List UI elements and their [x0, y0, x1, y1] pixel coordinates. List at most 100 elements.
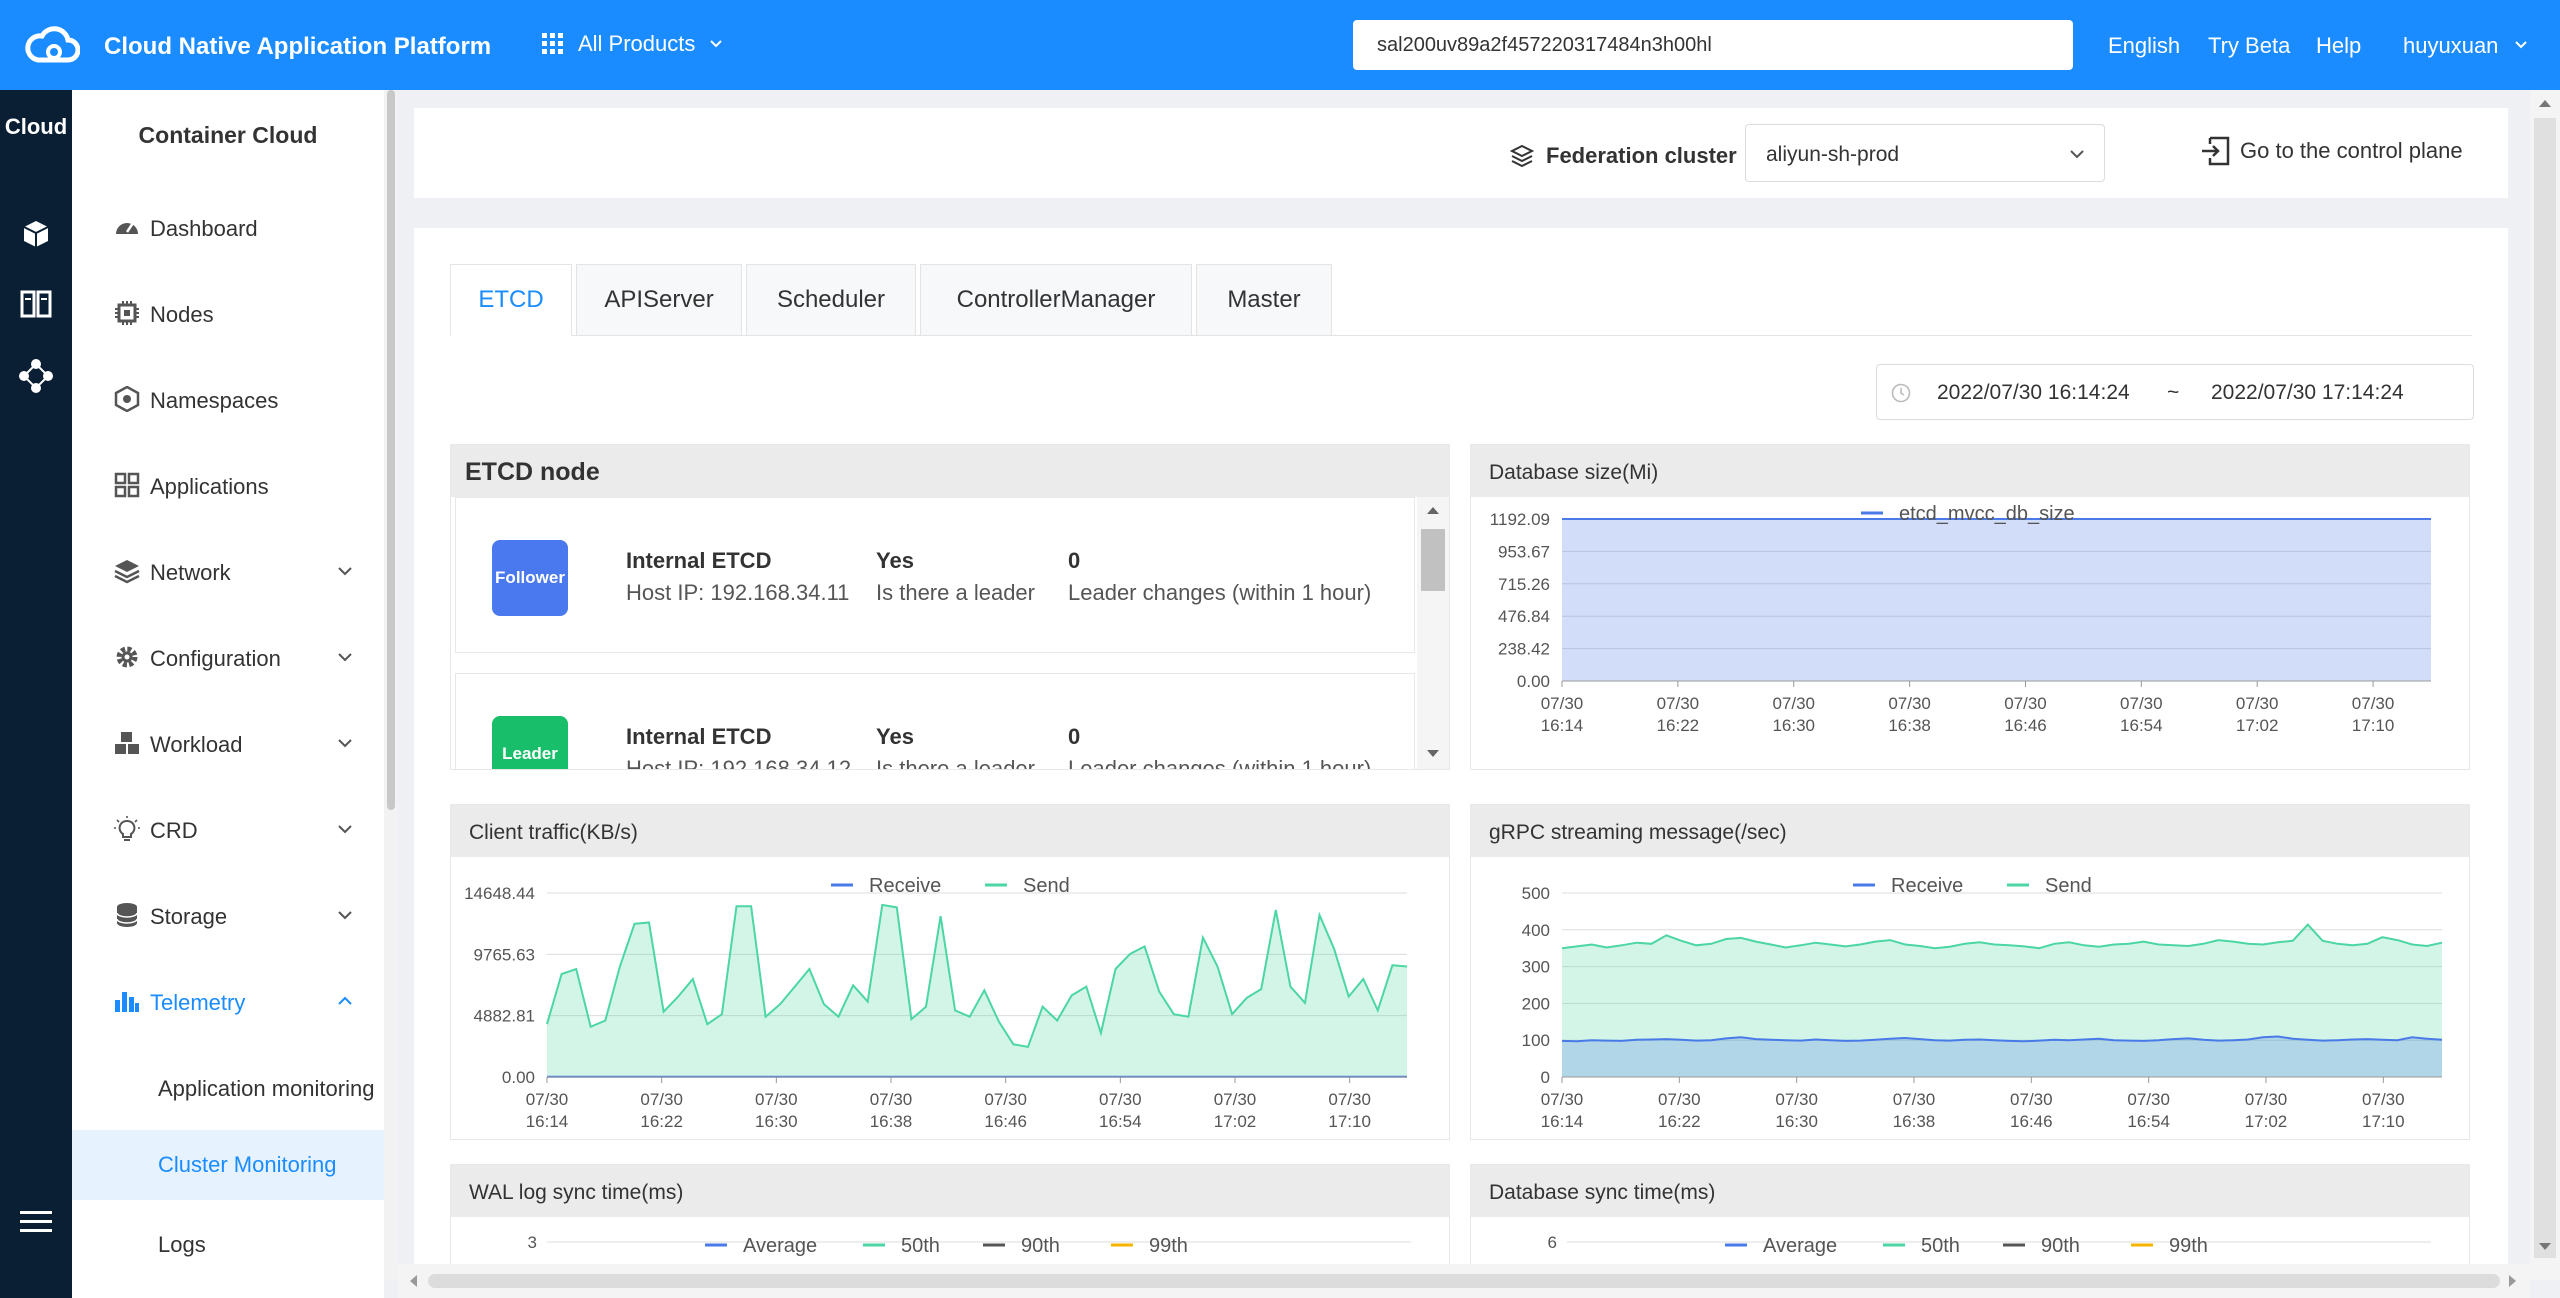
help-link[interactable]: Help — [2316, 33, 2361, 59]
legend-label: Send — [1023, 875, 1070, 897]
network-nodes-icon[interactable] — [14, 354, 58, 398]
x-tick-label: 07/30 — [1772, 694, 1815, 713]
cloud-logo-icon[interactable] — [24, 22, 80, 68]
grpc-chart: 0 100 200 300 400 500 07/30 16:14 07/30 16:22 07/3… — [1522, 875, 2443, 1131]
sidebar-item-telemetry[interactable]: Telemetry — [72, 970, 384, 1030]
scroll-right-icon[interactable] — [2508, 1274, 2518, 1288]
main-scrollbar-thumb[interactable] — [2534, 118, 2556, 1258]
end-date[interactable]: 2022/07/30 17:14:24 — [2211, 381, 2404, 405]
tab-master[interactable]: Master — [1196, 264, 1332, 336]
search-input[interactable] — [1353, 20, 2073, 70]
x-tick-label: 16:38 — [1888, 716, 1931, 735]
apps-grid-icon — [542, 33, 563, 54]
database-icon — [116, 903, 138, 927]
etcd-list-scrollbar-thumb[interactable] — [1421, 529, 1445, 591]
tab-controllermanager[interactable]: ControllerManager — [920, 264, 1192, 336]
db-size-panel: Database size(Mi) 0.00 238.42 476.84 715.26… — [1470, 444, 2470, 770]
columns-icon[interactable] — [14, 282, 58, 326]
client-traffic-panel: Client traffic(KB/s) 0.00 4882.81 9765.63 1… — [450, 804, 1450, 1140]
menu-icon[interactable] — [14, 1200, 58, 1244]
tab-etcd[interactable]: ETCD — [450, 264, 572, 336]
etcd-node-list: Follower Internal ETCD Host IP: 192.168.… — [451, 497, 1417, 769]
sidebar-item-dashboard[interactable]: Dashboard — [72, 196, 384, 256]
horizontal-scrollbar-thumb[interactable] — [428, 1274, 2500, 1288]
x-tick-label: 07/30 — [1541, 694, 1584, 713]
sidebar-item-crd[interactable]: CRD — [72, 798, 384, 858]
x-tick-label: 16:46 — [2010, 1112, 2053, 1131]
try-beta-link[interactable]: Try Beta — [2208, 33, 2290, 59]
sidebar: Container Cloud Dashboard Nodes Namespac… — [72, 90, 384, 1298]
sidebar-item-storage[interactable]: Storage — [72, 884, 384, 944]
node-role-badge: Leader — [492, 716, 568, 769]
legend-label: Average — [1763, 1235, 1837, 1257]
date-range-picker[interactable]: 2022/07/30 16:14:24 ~ 2022/07/30 17:14:2… — [1876, 364, 2474, 420]
app-title[interactable]: Cloud Native Application Platform — [104, 33, 491, 61]
sidebar-item-applications[interactable]: Applications — [72, 454, 384, 514]
x-tick-label: 16:14 — [1541, 716, 1584, 735]
scroll-down-icon[interactable] — [1425, 749, 1441, 759]
sidebar-subitem-application-monitoring[interactable]: Application monitoring — [72, 1054, 384, 1124]
scroll-up-icon[interactable] — [1425, 505, 1441, 515]
tab-scheduler[interactable]: Scheduler — [746, 264, 916, 336]
node-name: Internal ETCD — [626, 548, 772, 573]
etcd-node-title: ETCD node — [451, 445, 1449, 497]
product-rail: Cloud — [0, 90, 72, 1298]
cubes-icon — [115, 732, 139, 754]
sidebar-subitem-logs[interactable]: Logs — [72, 1210, 384, 1280]
x-tick-label: 07/30 — [2127, 1090, 2170, 1109]
legend-label: Receive — [869, 875, 941, 897]
x-tick-label: 07/30 — [1888, 694, 1931, 713]
legend-label: Average — [743, 1235, 817, 1257]
gear-icon — [116, 646, 138, 668]
sidebar-item-label: Network — [150, 560, 231, 585]
tab-apiserver[interactable]: APIServer — [576, 264, 742, 336]
horizontal-scrollbar[interactable] — [398, 1264, 2530, 1298]
x-tick-label: 07/30 — [2362, 1090, 2405, 1109]
layers-icon — [1510, 144, 1534, 168]
sidebar-item-workload[interactable]: Workload — [72, 712, 384, 772]
scroll-up-icon[interactable] — [2538, 98, 2552, 108]
x-tick-label: 07/30 — [2236, 694, 2279, 713]
y-tick-label: 953.67 — [1498, 542, 1550, 561]
y-tick-label: 0.00 — [502, 1068, 535, 1087]
sidebar-item-namespaces[interactable]: Namespaces — [72, 368, 384, 428]
sidebar-item-configuration[interactable]: Configuration — [72, 626, 384, 686]
federation-cluster-select[interactable]: aliyun-sh-prod — [1745, 124, 2105, 182]
scroll-down-icon[interactable] — [2538, 1242, 2552, 1252]
client-traffic-title: Client traffic(KB/s) — [451, 805, 1449, 857]
sidebar-scrollbar-thumb[interactable] — [387, 90, 395, 810]
rail-title: Cloud — [4, 114, 68, 139]
x-tick-label: 16:46 — [2004, 716, 2047, 735]
cluster-header: Federation cluster aliyun-sh-prod Go to … — [414, 108, 2508, 198]
sidebar-subitem-cluster-monitoring[interactable]: Cluster Monitoring — [72, 1130, 384, 1200]
monitoring-card: ETCD APIServer Scheduler ControllerManag… — [414, 228, 2508, 1298]
legend-label: Send — [2045, 875, 2092, 897]
language-link[interactable]: English — [2108, 33, 2180, 59]
go-to-control-plane-button[interactable]: Go to the control plane — [2200, 136, 2463, 166]
x-tick-label: 17:10 — [1328, 1112, 1371, 1131]
chevron-down-icon — [338, 911, 352, 920]
db-sync-title: Database sync time(ms) — [1471, 1165, 2469, 1217]
sidebar-scrollbar[interactable] — [384, 90, 398, 1280]
scroll-left-icon[interactable] — [408, 1274, 418, 1288]
etcd-list-scrollbar[interactable] — [1417, 497, 1449, 769]
chevron-down-icon — [710, 40, 723, 48]
user-menu[interactable]: huyuxuan — [2403, 33, 2498, 59]
x-tick-label: 16:22 — [640, 1112, 683, 1131]
main-scrollbar[interactable] — [2530, 90, 2560, 1280]
user-chevron-down-icon[interactable] — [2514, 38, 2528, 52]
y-tick-label: 4882.81 — [474, 1007, 535, 1026]
x-tick-label: 17:10 — [2352, 716, 2395, 735]
x-tick-label: 07/30 — [2004, 694, 2047, 713]
all-products-menu[interactable]: All Products — [542, 31, 723, 57]
client-traffic-chart: 0.00 4882.81 9765.63 14648.44 07/30 16:14 07/3… — [464, 875, 1408, 1131]
start-date[interactable]: 2022/07/30 16:14:24 — [1937, 381, 2130, 405]
x-tick-label: 07/30 — [1099, 1090, 1142, 1109]
x-tick-label: 07/30 — [2120, 694, 2163, 713]
has-leader-value: Yes — [876, 724, 914, 749]
sidebar-item-network[interactable]: Network — [72, 540, 384, 600]
series-area — [1562, 1036, 2442, 1077]
cube-icon[interactable] — [14, 212, 58, 256]
legend-label: 99th — [1149, 1235, 1188, 1257]
sidebar-item-nodes[interactable]: Nodes — [72, 282, 384, 342]
